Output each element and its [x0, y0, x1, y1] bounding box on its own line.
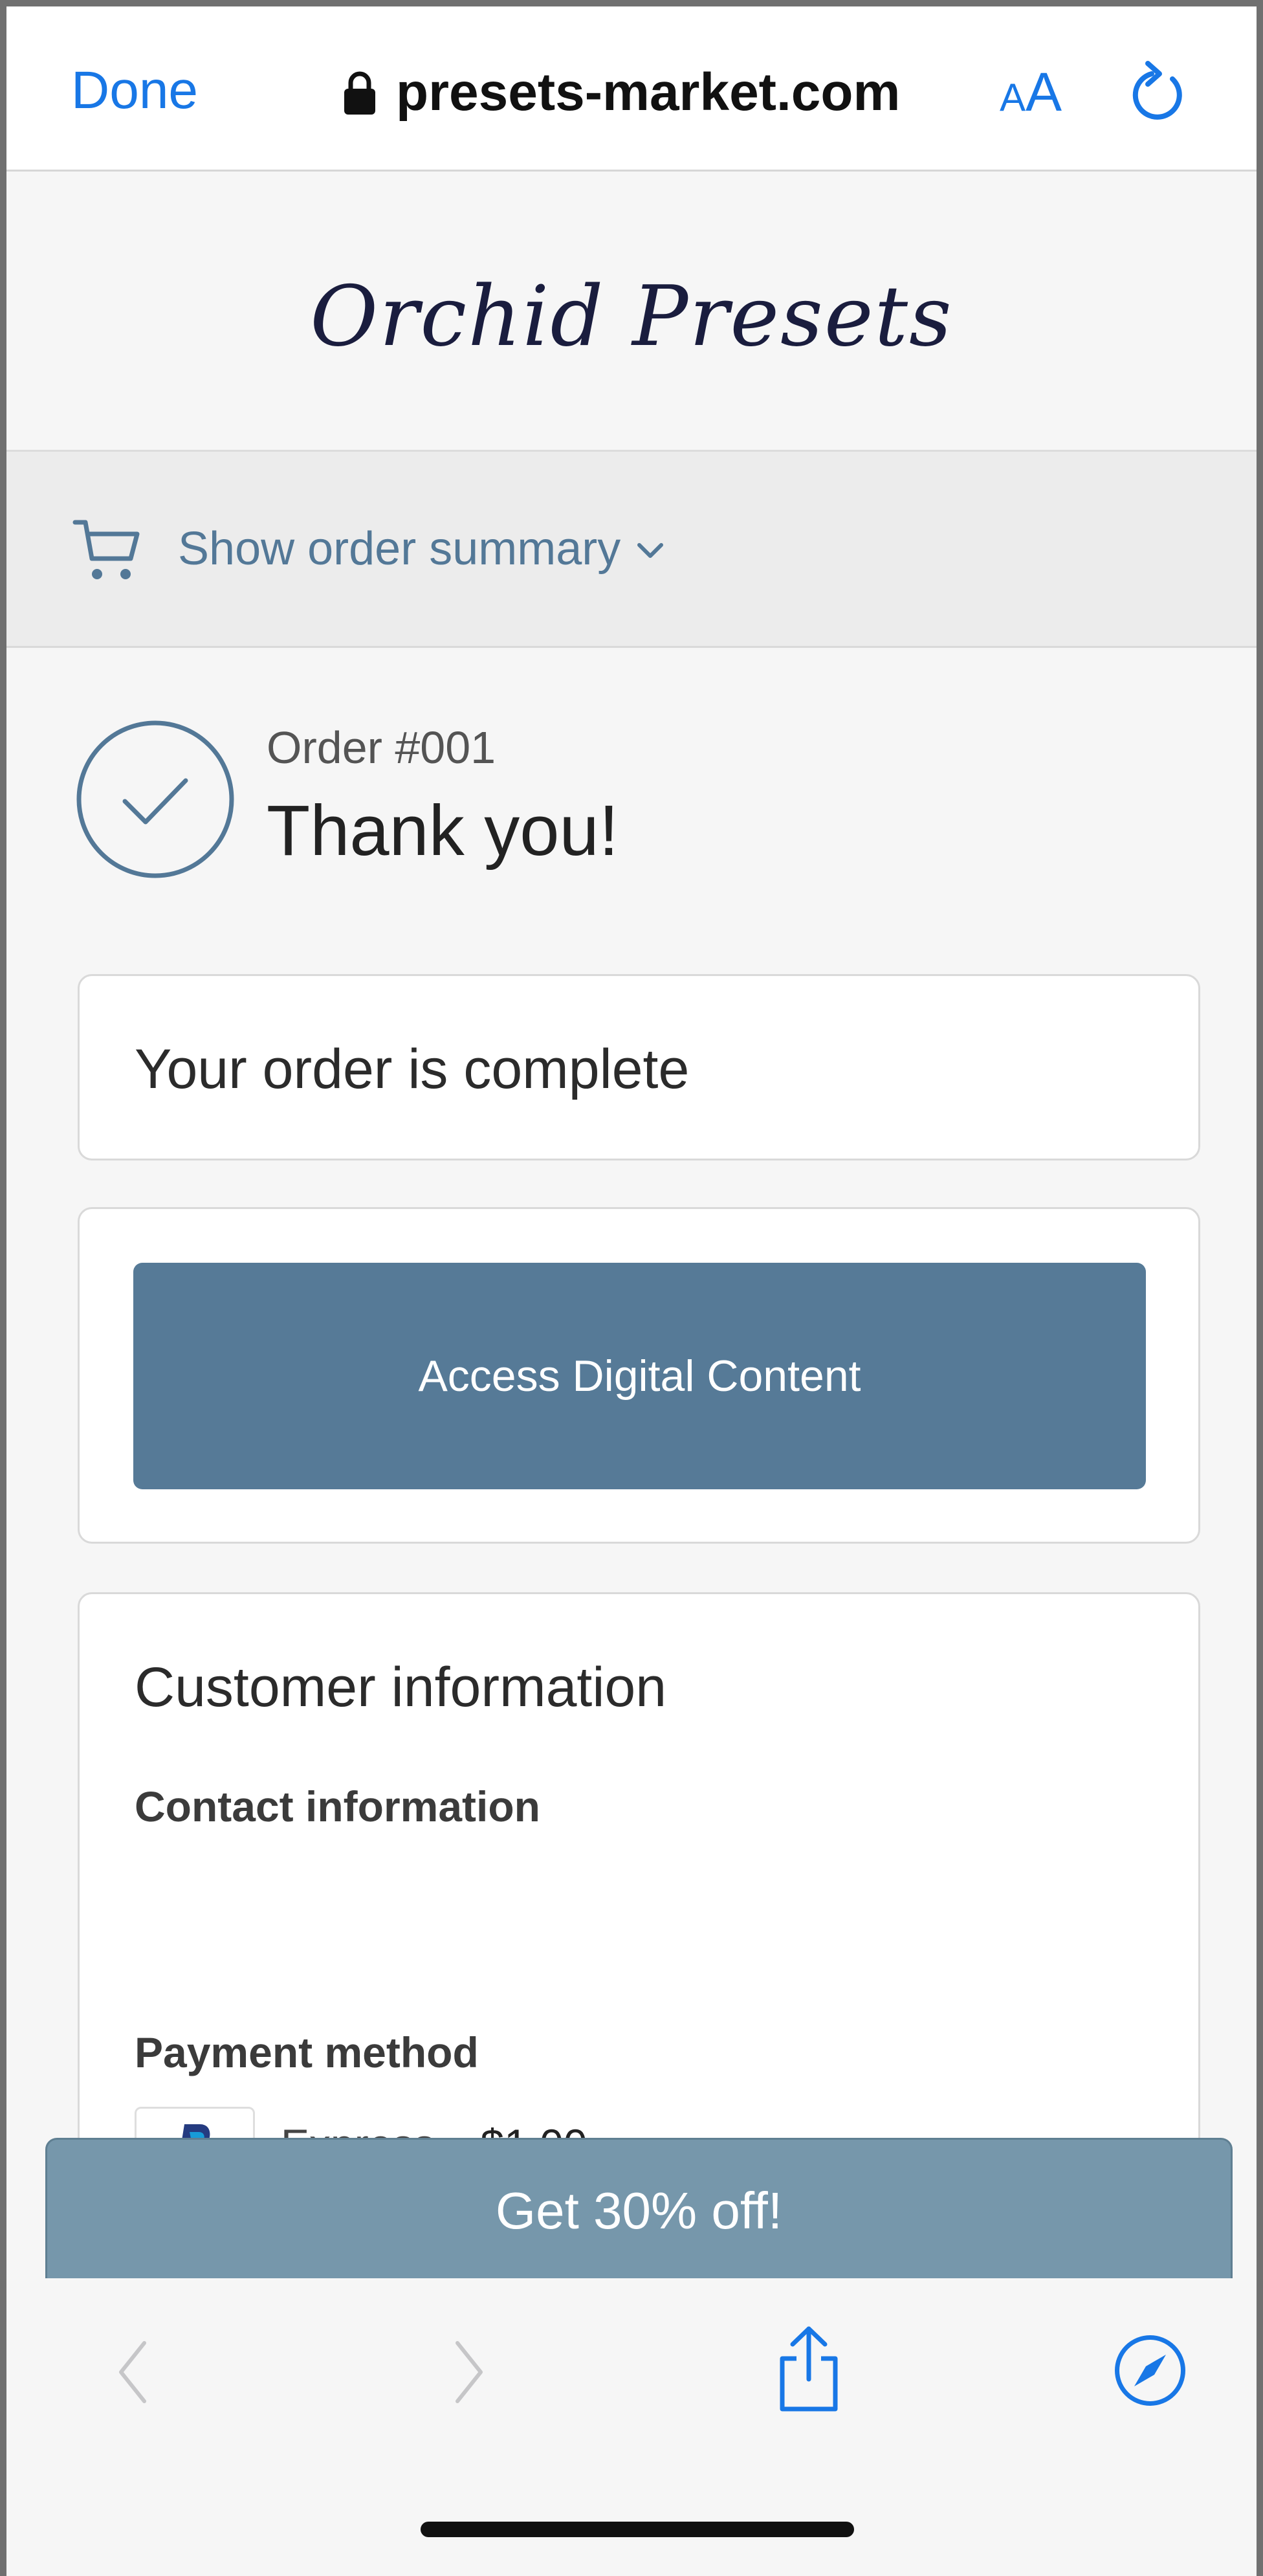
store-logo[interactable]: Orchid Presets [6, 269, 1257, 365]
done-button[interactable]: Done [71, 58, 198, 123]
back-arrow-icon[interactable] [113, 2337, 152, 2408]
order-number: Order #001 [267, 722, 496, 773]
checkmark-circle-icon [76, 720, 234, 878]
thank-you-heading: Thank you! [267, 791, 619, 871]
chevron-down-icon [637, 543, 663, 558]
order-status-text: Your order is complete [135, 1038, 690, 1100]
cart-icon [72, 520, 140, 579]
share-icon[interactable] [773, 2324, 844, 2414]
home-indicator[interactable] [421, 2522, 854, 2537]
address-bar[interactable]: presets-market.com [343, 57, 900, 128]
customer-information-title: Customer information [135, 1656, 667, 1718]
order-status-card: Your order is complete [78, 974, 1200, 1160]
text-size-button[interactable]: AA [1000, 60, 1062, 140]
browser-bottom-toolbar [6, 2278, 1257, 2576]
url-text: presets-market.com [396, 63, 901, 122]
promo-label: Get 30% off! [495, 2182, 783, 2239]
reload-icon[interactable] [1126, 60, 1188, 124]
payment-method-label: Payment method [135, 2028, 479, 2076]
lock-icon [344, 71, 375, 115]
store-header: Orchid Presets [6, 172, 1257, 452]
access-digital-content-button[interactable]: Access Digital Content [133, 1263, 1146, 1489]
compass-icon[interactable] [1113, 2333, 1187, 2408]
phone-screen: Done presets-market.com AA Orchid Preset… [0, 0, 1263, 2576]
discount-promo-banner[interactable]: Get 30% off! [45, 2138, 1233, 2296]
order-summary-toggle[interactable]: Show order summary [6, 452, 1257, 648]
browser-top-bar: Done presets-market.com AA [6, 6, 1257, 172]
forward-arrow-icon[interactable] [450, 2337, 489, 2408]
digital-content-card: Access Digital Content [78, 1207, 1200, 1544]
contact-information-label: Contact information [135, 1782, 540, 1830]
order-summary-label: Show order summary [178, 523, 621, 575]
text-size-big-glyph: A [1026, 61, 1062, 122]
text-size-small-glyph: A [1000, 76, 1026, 119]
